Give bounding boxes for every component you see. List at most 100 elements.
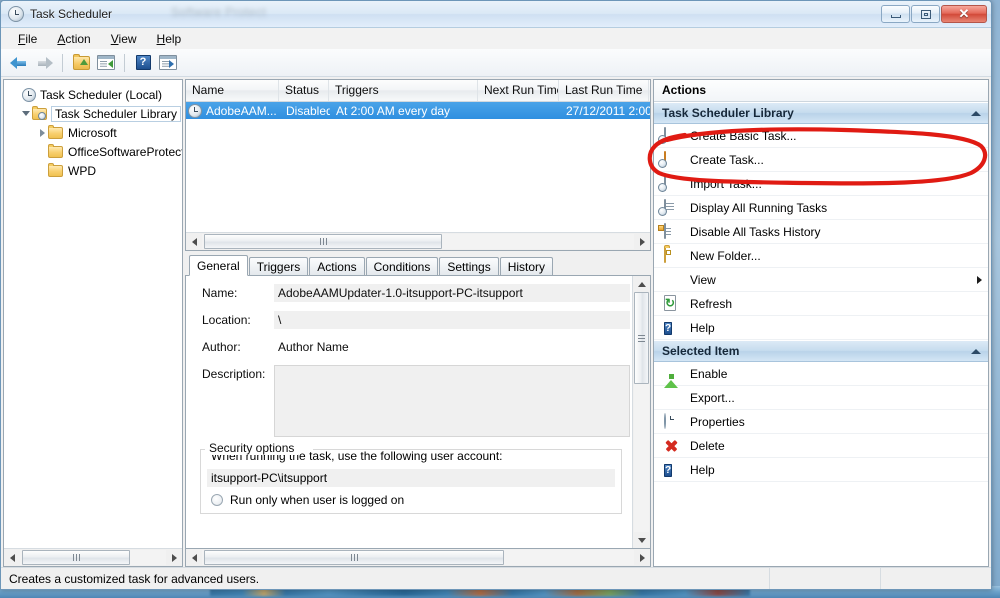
- column-header-name[interactable]: Name: [186, 80, 279, 101]
- action-import-task[interactable]: Import Task...: [654, 172, 988, 196]
- field-value-author: Author Name: [274, 338, 630, 356]
- detail-vertical-scrollbar[interactable]: [632, 276, 650, 548]
- close-button[interactable]: ✕: [941, 5, 987, 23]
- console-tree: Task Scheduler (Local) Task Scheduler Li…: [4, 80, 182, 548]
- column-header-next-run-time[interactable]: Next Run Time: [478, 80, 559, 101]
- tree-scroll-track[interactable]: [20, 550, 166, 565]
- action-help-library[interactable]: ? Help: [654, 316, 988, 340]
- tab-actions[interactable]: Actions: [309, 257, 364, 276]
- task-list-horizontal-scrollbar[interactable]: [186, 232, 650, 250]
- actions-section-header-library[interactable]: Task Scheduler Library: [654, 102, 988, 124]
- column-header-triggers[interactable]: Triggers: [329, 80, 478, 101]
- action-create-basic-task[interactable]: Create Basic Task...: [654, 124, 988, 148]
- detail-scroll-up-button[interactable]: [634, 276, 649, 292]
- main-body: Task Scheduler (Local) Task Scheduler Li…: [1, 77, 991, 567]
- detail-scroll-left-button[interactable]: [186, 550, 202, 565]
- action-properties[interactable]: Properties: [654, 410, 988, 434]
- tree-item-task-scheduler-library[interactable]: Task Scheduler Library: [10, 104, 182, 123]
- task-scheduler-window: Task Scheduler Software Protect ✕ File A…: [0, 0, 992, 590]
- tab-settings[interactable]: Settings: [439, 257, 498, 276]
- action-refresh[interactable]: ↻ Refresh: [654, 292, 988, 316]
- menu-help[interactable]: Help: [148, 30, 191, 48]
- tab-conditions[interactable]: Conditions: [366, 257, 439, 276]
- collapse-chevron-icon[interactable]: [971, 111, 981, 116]
- tree-expander-library[interactable]: [20, 111, 32, 116]
- tree-label-microsoft: Microsoft: [68, 126, 117, 140]
- action-label-new-folder: New Folder...: [690, 249, 761, 263]
- help-button[interactable]: ?: [132, 52, 154, 73]
- status-bar-cell-1: [769, 568, 880, 589]
- detail-scroll-thumb[interactable]: [634, 292, 649, 384]
- list-scroll-thumb[interactable]: [204, 234, 442, 249]
- detail-scroll-down-button[interactable]: [634, 532, 649, 548]
- tree-item-wpd[interactable]: WPD: [10, 161, 182, 180]
- minimize-button[interactable]: [881, 5, 910, 23]
- menu-file[interactable]: File: [9, 30, 46, 48]
- detail-hscroll-thumb[interactable]: [204, 550, 504, 565]
- action-create-task[interactable]: Create Task...: [654, 148, 988, 172]
- tree-item-officesoftwareprotect[interactable]: OfficeSoftwareProtect: [10, 142, 182, 161]
- tree-scroll-right-button[interactable]: [166, 550, 182, 565]
- table-row[interactable]: AdobeAAM... Disabled At 2:00 AM every da…: [186, 102, 650, 119]
- tree-scroll-left-button[interactable]: [4, 550, 20, 565]
- forward-arrow-icon: [35, 56, 53, 70]
- tree-expander-microsoft[interactable]: [36, 129, 48, 137]
- collapse-chevron-icon[interactable]: [971, 349, 981, 354]
- scroll-grip-icon: [73, 554, 80, 561]
- field-label-location: Location:: [202, 311, 274, 327]
- menu-help-rest: elp: [165, 32, 181, 46]
- detail-hscroll-track[interactable]: [202, 550, 634, 565]
- list-scroll-right-button[interactable]: [634, 234, 650, 249]
- up-folder-button[interactable]: [70, 52, 92, 73]
- detail-scroll-right-button[interactable]: [634, 550, 650, 565]
- action-disable-all-tasks-history[interactable]: Disable All Tasks History: [654, 220, 988, 244]
- actions-section-label-library: Task Scheduler Library: [662, 106, 794, 120]
- menu-action[interactable]: Action: [48, 30, 99, 48]
- new-folder-icon: [664, 248, 680, 264]
- menu-view[interactable]: View: [102, 30, 146, 48]
- detail-scroll-track[interactable]: [634, 292, 649, 532]
- action-view[interactable]: View: [654, 268, 988, 292]
- library-folder-icon: [32, 108, 47, 120]
- action-label-help-selected: Help: [690, 463, 715, 477]
- forward-button[interactable]: [33, 52, 55, 73]
- show-hide-actions-button[interactable]: [157, 52, 179, 73]
- action-display-all-running-tasks[interactable]: Display All Running Tasks: [654, 196, 988, 220]
- tab-triggers[interactable]: Triggers: [249, 257, 309, 276]
- back-button[interactable]: [8, 52, 30, 73]
- security-account-value: itsupport-PC\itsupport: [207, 469, 615, 487]
- tree-scroll-thumb[interactable]: [22, 550, 130, 565]
- panel-blue-icon: [159, 55, 177, 70]
- list-scroll-track[interactable]: [202, 234, 634, 249]
- action-delete[interactable]: Delete: [654, 434, 988, 458]
- maximize-button[interactable]: [911, 5, 940, 23]
- field-value-description[interactable]: [274, 365, 630, 437]
- tree-item-task-scheduler-local[interactable]: Task Scheduler (Local): [10, 85, 182, 104]
- column-header-last-run-time[interactable]: Last Run Time: [559, 80, 649, 101]
- list-scroll-left-button[interactable]: [186, 234, 202, 249]
- tree-horizontal-scrollbar[interactable]: [4, 548, 182, 566]
- toolbar: ?: [1, 49, 991, 77]
- tab-history[interactable]: History: [500, 257, 553, 276]
- actions-pane-title: Actions: [654, 80, 988, 102]
- cell-triggers: At 2:00 AM every day: [330, 104, 479, 118]
- action-help-selected[interactable]: ? Help: [654, 458, 988, 482]
- tab-general[interactable]: General: [189, 255, 248, 276]
- radio-run-only-when-logged-on[interactable]: Run only when user is logged on: [211, 493, 615, 507]
- tree-item-microsoft[interactable]: Microsoft: [10, 123, 182, 142]
- window-controls: ✕: [881, 5, 989, 23]
- radio-button-icon[interactable]: [211, 494, 223, 506]
- ghost-title-text: Software Protect: [171, 5, 266, 19]
- action-label-properties: Properties: [690, 415, 745, 429]
- column-header-status[interactable]: Status: [279, 80, 329, 101]
- title-bar: Task Scheduler Software Protect ✕: [1, 1, 991, 28]
- show-hide-tree-button[interactable]: [95, 52, 117, 73]
- action-export[interactable]: Export...: [654, 386, 988, 410]
- action-enable[interactable]: Enable: [654, 362, 988, 386]
- detail-horizontal-scrollbar[interactable]: [185, 549, 651, 567]
- center-pane: Name Status Triggers Next Run Time Last …: [185, 79, 651, 567]
- action-new-folder[interactable]: New Folder...: [654, 244, 988, 268]
- field-value-name[interactable]: AdobeAAMUpdater-1.0-itsupport-PC-itsuppo…: [274, 284, 630, 302]
- cell-last-run-time: 27/12/2011 2:00: [560, 104, 650, 118]
- actions-section-header-selected-item[interactable]: Selected Item: [654, 340, 988, 362]
